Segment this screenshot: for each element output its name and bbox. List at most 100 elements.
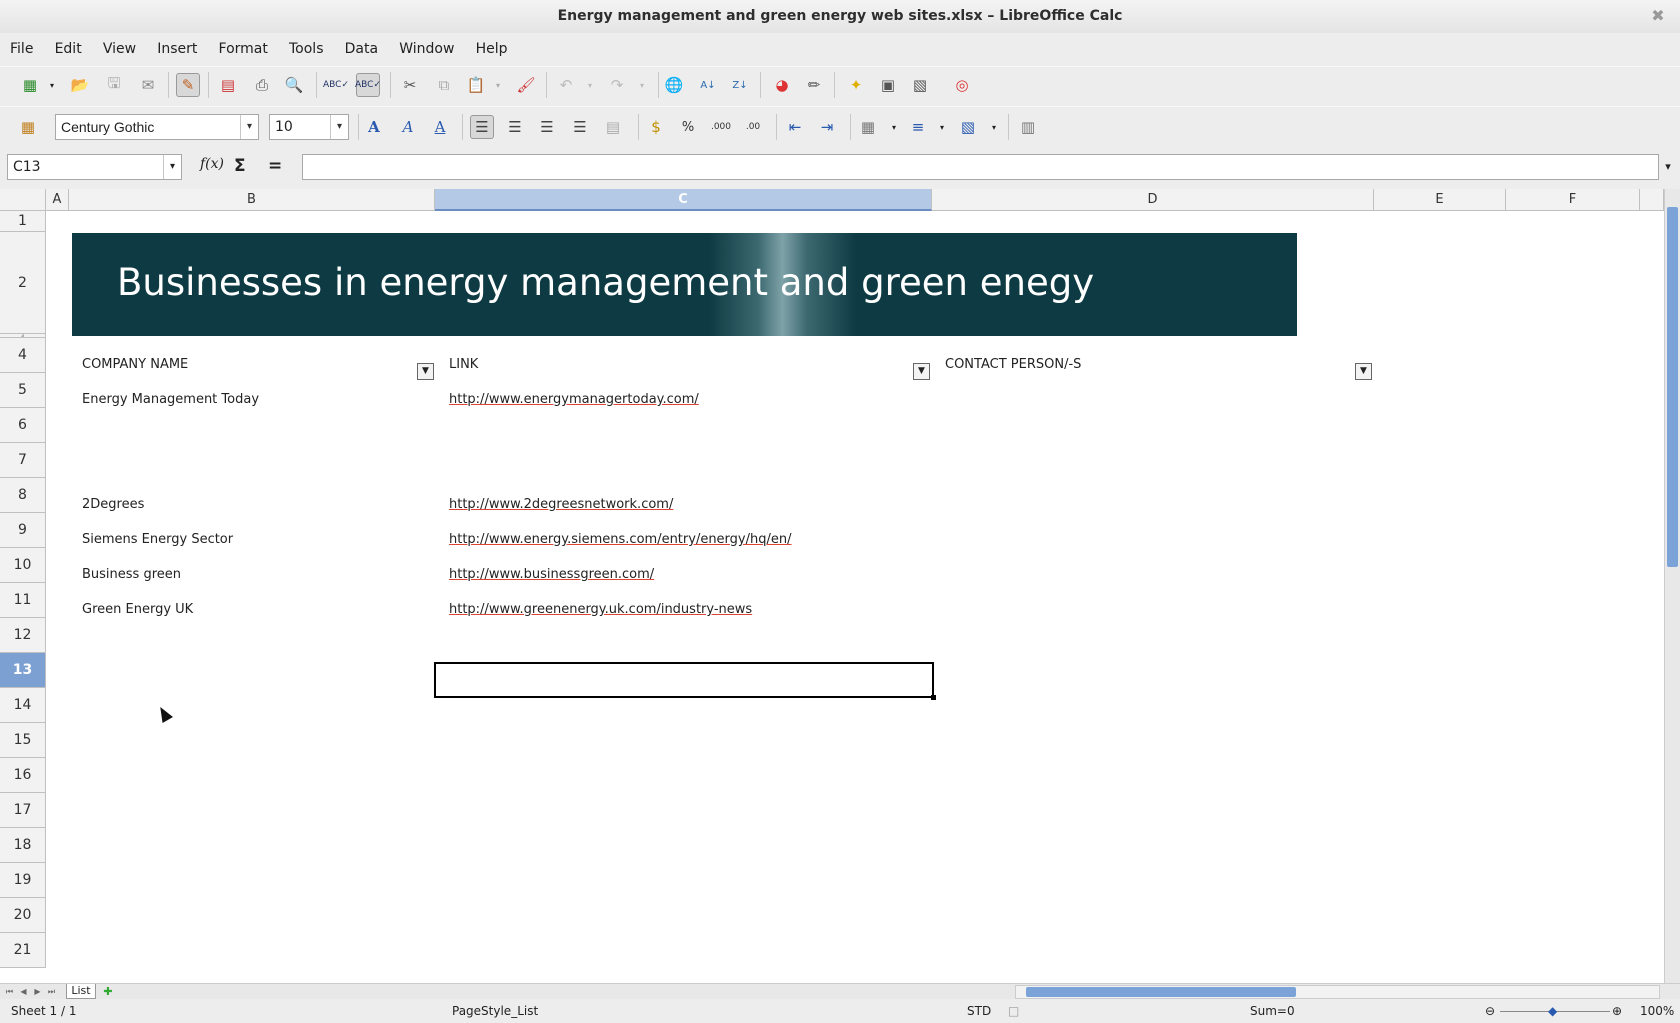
name-box[interactable]: C13 ▾ bbox=[7, 154, 182, 180]
formula-input[interactable] bbox=[302, 154, 1659, 180]
row-header-17[interactable]: 17 bbox=[0, 793, 46, 828]
menu-view[interactable]: View bbox=[93, 34, 143, 64]
borders-dropdown-icon[interactable]: ▾ bbox=[888, 115, 900, 139]
border-style-icon[interactable]: ≡ bbox=[906, 115, 930, 139]
background-color-dropdown-icon[interactable]: ▾ bbox=[988, 115, 1000, 139]
autospellcheck-icon[interactable]: ABC✓ bbox=[355, 73, 381, 97]
link-cell[interactable]: http://www.2degreesnetwork.com/ bbox=[449, 497, 673, 512]
menu-help[interactable]: Help bbox=[466, 34, 515, 64]
first-sheet-icon[interactable]: ⏮ bbox=[4, 986, 15, 997]
menu-tools[interactable]: Tools bbox=[279, 34, 331, 64]
menu-file[interactable]: File bbox=[0, 34, 40, 64]
data-sources-icon[interactable]: ▧ bbox=[908, 73, 932, 97]
paste-icon[interactable]: 📋 bbox=[464, 73, 488, 97]
paste-dropdown-icon[interactable]: ▾ bbox=[492, 73, 504, 97]
bold-icon[interactable]: A bbox=[362, 115, 386, 139]
column-header-e[interactable]: E bbox=[1374, 189, 1506, 211]
toggle-grid-icon[interactable]: ▥ bbox=[1016, 115, 1040, 139]
export-pdf-icon[interactable]: ▤ bbox=[216, 73, 240, 97]
chevron-down-icon[interactable]: ▾ bbox=[240, 115, 258, 139]
help-icon[interactable]: ◎ bbox=[950, 73, 974, 97]
link-cell[interactable]: http://www.energymanagertoday.com/ bbox=[449, 392, 699, 407]
zoom-in-icon[interactable]: ⊕ bbox=[1612, 1000, 1622, 1023]
menu-format[interactable]: Format bbox=[209, 34, 275, 64]
increase-indent-icon[interactable]: ⇥ bbox=[815, 115, 839, 139]
italic-icon[interactable]: A bbox=[396, 115, 420, 139]
link-cell[interactable]: http://www.energy.siemens.com/entry/ener… bbox=[449, 532, 792, 547]
zoom-level[interactable]: 100% bbox=[1640, 1000, 1674, 1023]
decimal-icon[interactable]: .00 bbox=[741, 115, 765, 139]
row-header-4[interactable]: 4 bbox=[0, 338, 46, 373]
company-cell[interactable]: Green Energy UK bbox=[82, 602, 193, 617]
sheet-tab-list[interactable]: List bbox=[66, 984, 96, 999]
row-header-20[interactable]: 20 bbox=[0, 898, 46, 933]
last-sheet-icon[interactable]: ⏭ bbox=[46, 986, 57, 997]
fill-handle[interactable] bbox=[931, 695, 936, 700]
row-header-5[interactable]: 5 bbox=[0, 373, 46, 408]
header-contact-person[interactable]: CONTACT PERSON/-S bbox=[945, 357, 1081, 372]
chevron-down-icon[interactable]: ▾ bbox=[163, 155, 181, 179]
horizontal-scroll-thumb[interactable] bbox=[1026, 987, 1296, 997]
column-header-f[interactable]: F bbox=[1506, 189, 1640, 211]
row-header-2[interactable]: 2 bbox=[0, 232, 46, 334]
column-header-a[interactable]: A bbox=[46, 189, 69, 211]
row-header-15[interactable]: 15 bbox=[0, 723, 46, 758]
autofilter-company-icon[interactable]: ▼ bbox=[417, 363, 434, 380]
chart-icon[interactable]: ◕ bbox=[770, 73, 794, 97]
status-page-style[interactable]: PageStyle_List bbox=[452, 1000, 538, 1023]
align-left-icon[interactable]: ☰ bbox=[470, 115, 494, 139]
menu-window[interactable]: Window bbox=[389, 34, 461, 64]
column-header-g[interactable] bbox=[1640, 189, 1664, 211]
header-company-name[interactable]: COMPANY NAME bbox=[82, 357, 188, 372]
zoom-slider-thumb[interactable]: ◆ bbox=[1548, 1000, 1557, 1023]
vertical-scroll-thumb[interactable] bbox=[1667, 207, 1678, 567]
border-style-dropdown-icon[interactable]: ▾ bbox=[936, 115, 948, 139]
status-selection-mode[interactable]: STD bbox=[967, 1000, 991, 1023]
row-header-21[interactable]: 21 bbox=[0, 933, 46, 968]
print-icon[interactable]: ⎙ bbox=[250, 73, 274, 97]
align-right-icon[interactable]: ☰ bbox=[535, 115, 559, 139]
row-header-11[interactable]: 11 bbox=[0, 583, 46, 618]
row-header-9[interactable]: 9 bbox=[0, 513, 46, 548]
row-header-12[interactable]: 12 bbox=[0, 618, 46, 653]
email-icon[interactable]: ✉ bbox=[136, 73, 160, 97]
sort-ascending-icon[interactable]: A↓ bbox=[696, 73, 720, 97]
autofilter-link-icon[interactable]: ▼ bbox=[913, 363, 930, 380]
selected-cell-c13[interactable] bbox=[434, 662, 936, 700]
currency-format-icon[interactable]: $ bbox=[644, 115, 668, 139]
menu-edit[interactable]: Edit bbox=[45, 34, 89, 64]
new-document-icon[interactable]: ▦ bbox=[18, 73, 42, 97]
redo-dropdown-icon[interactable]: ▾ bbox=[636, 73, 648, 97]
cut-icon[interactable]: ✂ bbox=[398, 73, 422, 97]
autofilter-contact-icon[interactable]: ▼ bbox=[1355, 363, 1372, 380]
prev-sheet-icon[interactable]: ◀ bbox=[18, 986, 29, 997]
sum-icon[interactable]: Σ bbox=[234, 156, 246, 176]
column-header-c[interactable]: C bbox=[435, 189, 932, 211]
link-cell[interactable]: http://www.greenenergy.uk.com/industry-n… bbox=[449, 602, 752, 617]
horizontal-scrollbar[interactable] bbox=[1015, 985, 1660, 999]
company-cell[interactable]: 2Degrees bbox=[82, 497, 144, 512]
gallery-icon[interactable]: ▣ bbox=[876, 73, 900, 97]
row-header-8[interactable]: 8 bbox=[0, 478, 46, 513]
open-icon[interactable]: 📂 bbox=[68, 73, 92, 97]
row-header-13[interactable]: 13 bbox=[0, 653, 46, 688]
sort-descending-icon[interactable]: Z↓ bbox=[728, 73, 752, 97]
redo-icon[interactable]: ↷ bbox=[605, 73, 629, 97]
number-format-icon[interactable]: .000 bbox=[709, 115, 733, 139]
font-size-combo[interactable]: 10 ▾ bbox=[269, 114, 349, 140]
chevron-down-icon[interactable]: ▾ bbox=[330, 115, 348, 139]
percent-format-icon[interactable]: % bbox=[676, 115, 700, 139]
formula-icon[interactable]: = bbox=[268, 156, 282, 176]
undo-icon[interactable]: ↶ bbox=[554, 73, 578, 97]
clone-formatting-icon[interactable]: 🖌 bbox=[514, 73, 538, 97]
undo-dropdown-icon[interactable]: ▾ bbox=[584, 73, 596, 97]
row-header-7[interactable]: 7 bbox=[0, 443, 46, 478]
row-header-1[interactable]: 1 bbox=[0, 211, 46, 232]
merge-cells-icon[interactable]: ▤ bbox=[601, 115, 625, 139]
align-center-icon[interactable]: ☰ bbox=[503, 115, 527, 139]
menu-insert[interactable]: Insert bbox=[147, 34, 204, 64]
close-window-icon[interactable]: ✖ bbox=[1646, 4, 1670, 28]
header-link[interactable]: LINK bbox=[449, 357, 478, 372]
edit-mode-icon[interactable]: ✎ bbox=[176, 73, 200, 97]
company-cell[interactable]: Business green bbox=[82, 567, 181, 582]
